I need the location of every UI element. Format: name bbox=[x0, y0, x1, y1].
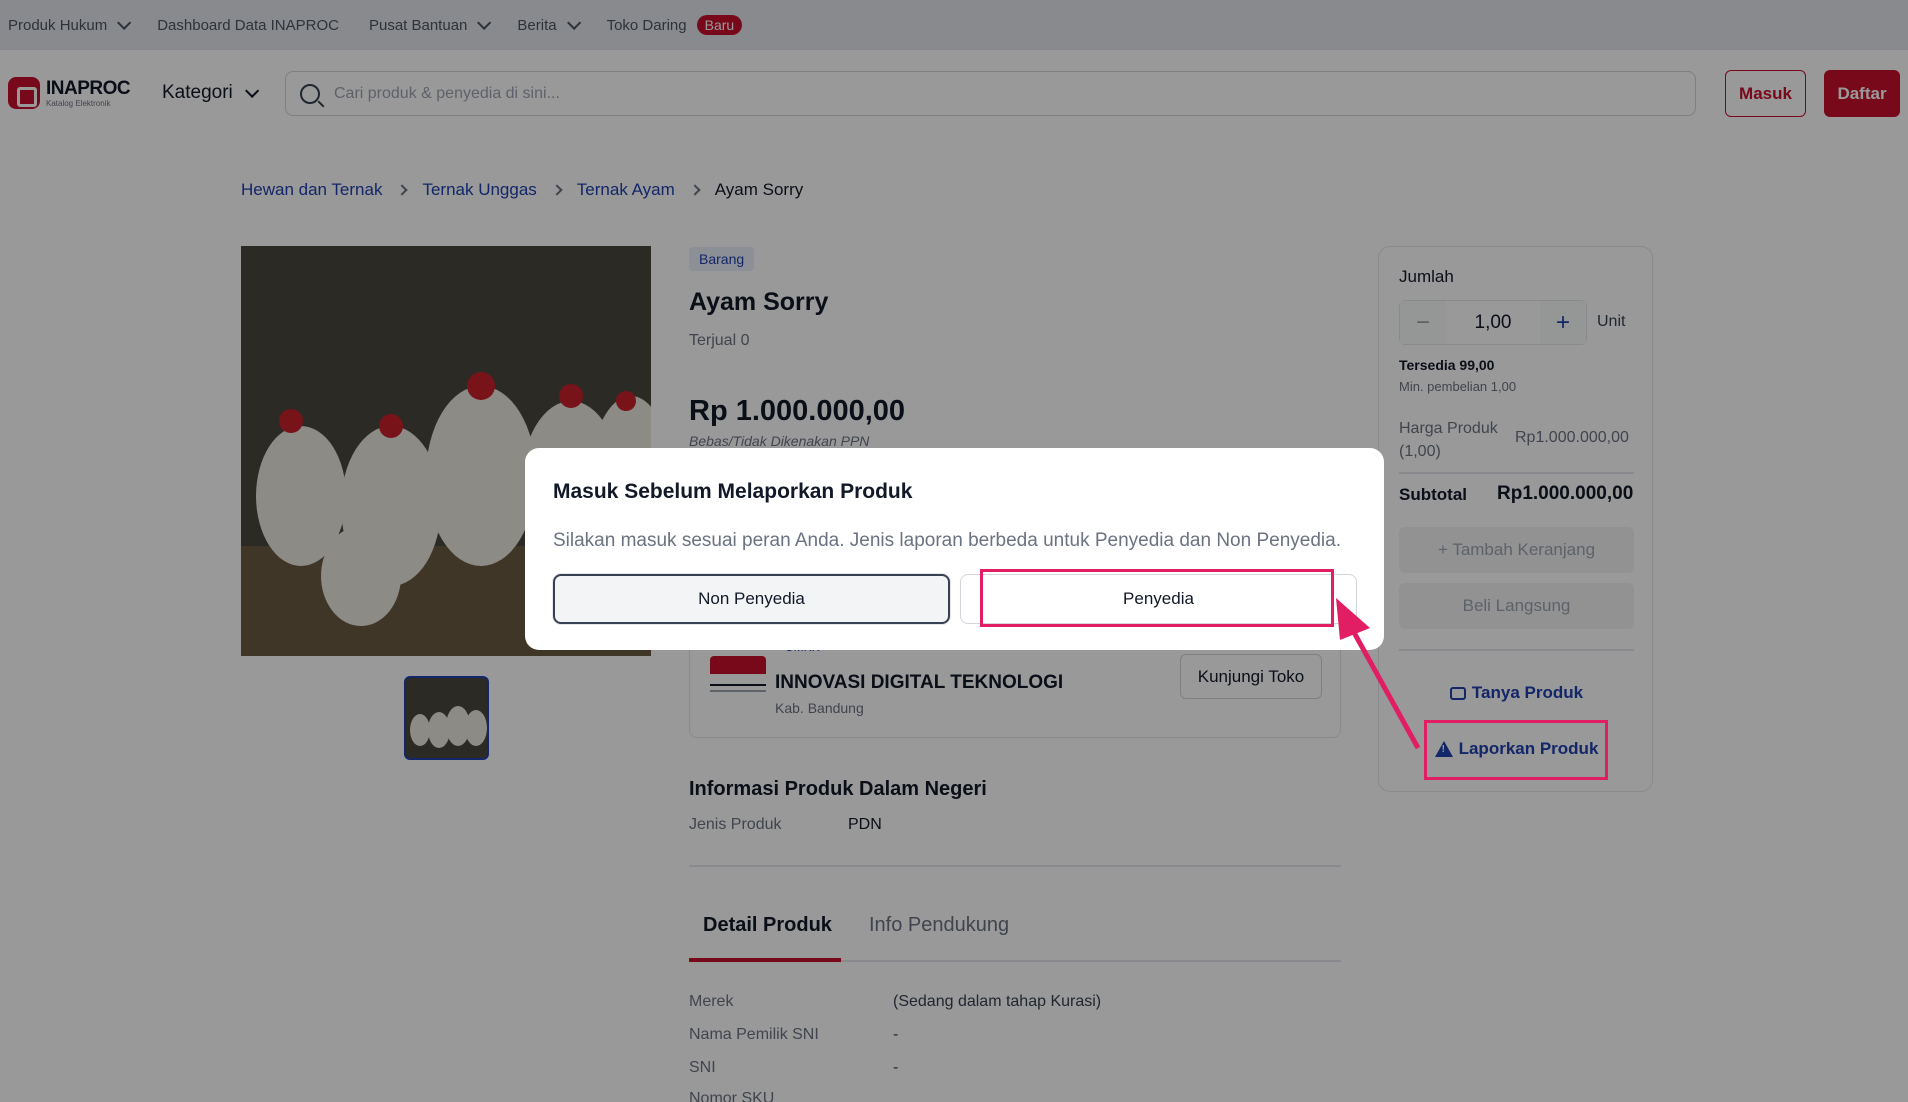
non-penyedia-button[interactable]: Non Penyedia bbox=[553, 574, 950, 624]
modal-title: Masuk Sebelum Melaporkan Produk bbox=[553, 480, 913, 503]
annotation-highlight-report bbox=[1424, 720, 1608, 780]
modal-body: Silakan masuk sesuai peran Anda. Jenis l… bbox=[553, 530, 1341, 551]
annotation-highlight-penyedia bbox=[980, 569, 1334, 627]
